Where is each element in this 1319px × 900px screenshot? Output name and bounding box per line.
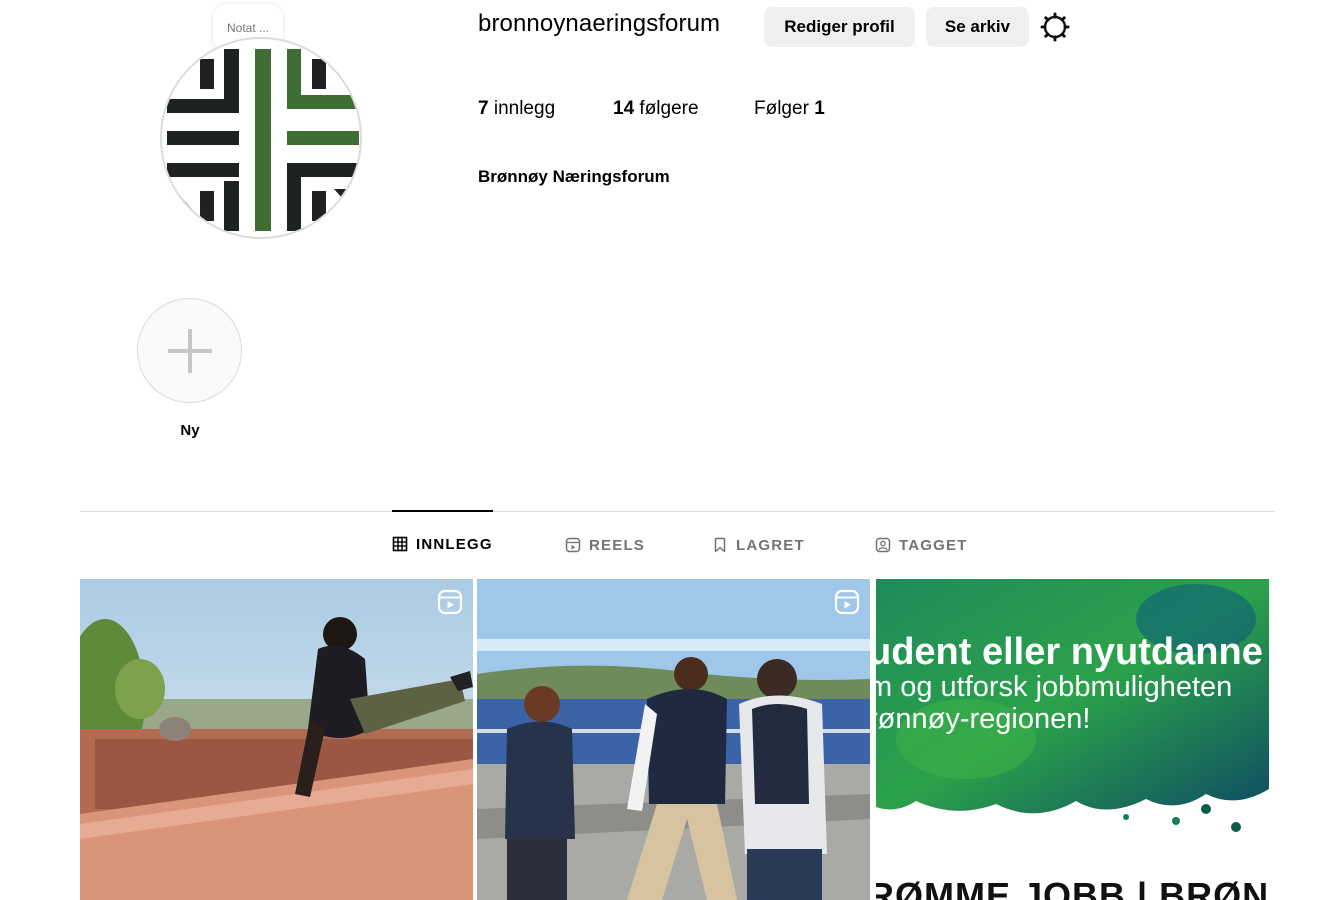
post-thumbnail[interactable]	[80, 579, 473, 900]
post-text-line-2: m og utforsk jobbmuligheten	[876, 671, 1233, 703]
reels-icon	[565, 537, 581, 553]
posts-count-value: 7	[478, 98, 489, 119]
tab-posts[interactable]: INNLEGG	[392, 510, 493, 576]
post-text-line-4: RØMME JOBB | BRØNNØ	[876, 875, 1269, 900]
tabs-divider	[80, 511, 1275, 512]
settings-gear-icon[interactable]	[1040, 12, 1070, 42]
followers-label: følgere	[634, 98, 699, 119]
post-image-job-ad	[876, 579, 1269, 900]
reel-icon	[834, 589, 860, 615]
followers-count-value: 14	[613, 98, 635, 119]
post-image-parkour	[80, 579, 473, 900]
post-text-line-1: udent eller nyutdanne	[876, 631, 1263, 673]
reel-icon	[437, 589, 463, 615]
note-label: Notat ...	[226, 21, 270, 35]
followers-link[interactable]: 14 følgere	[613, 98, 699, 120]
profile-username: bronnoynaeringsforum	[478, 10, 721, 37]
tab-reels[interactable]: REELS	[565, 512, 645, 578]
edit-profile-button[interactable]: Rediger profil	[764, 7, 915, 47]
profile-full-name: Brønnøy Næringsforum	[478, 167, 670, 186]
tab-saved[interactable]: LAGRET	[712, 512, 805, 578]
following-link[interactable]: Følger 1	[754, 98, 825, 120]
new-highlight-button[interactable]	[137, 298, 242, 403]
new-highlight-label: Ny	[180, 422, 200, 439]
tab-saved-label: LAGRET	[736, 536, 805, 554]
post-text-line-3: rønnøy-regionen!	[876, 703, 1091, 735]
post-thumbnail[interactable]: udent eller nyutdanne m og utforsk jobbm…	[876, 579, 1269, 900]
tab-posts-label: INNLEGG	[416, 535, 493, 553]
tag-person-icon	[875, 537, 891, 553]
tab-tagged[interactable]: TAGGET	[875, 512, 968, 578]
view-archive-button[interactable]: Se arkiv	[926, 7, 1029, 47]
post-thumbnail[interactable]	[477, 579, 870, 900]
posts-count: 7 innlegg	[478, 98, 555, 120]
grid-icon	[392, 536, 408, 552]
bookmark-icon	[712, 537, 728, 553]
brand-logo	[162, 39, 360, 237]
following-label: Følger	[754, 98, 815, 119]
posts-count-label: innlegg	[488, 98, 556, 119]
post-image-fish-farm	[477, 579, 870, 900]
plus-icon-horizontal	[168, 349, 212, 353]
following-count-value: 1	[814, 98, 825, 119]
tab-tagged-label: TAGGET	[899, 536, 968, 554]
profile-avatar[interactable]	[160, 37, 362, 239]
tab-reels-label: REELS	[589, 536, 646, 554]
